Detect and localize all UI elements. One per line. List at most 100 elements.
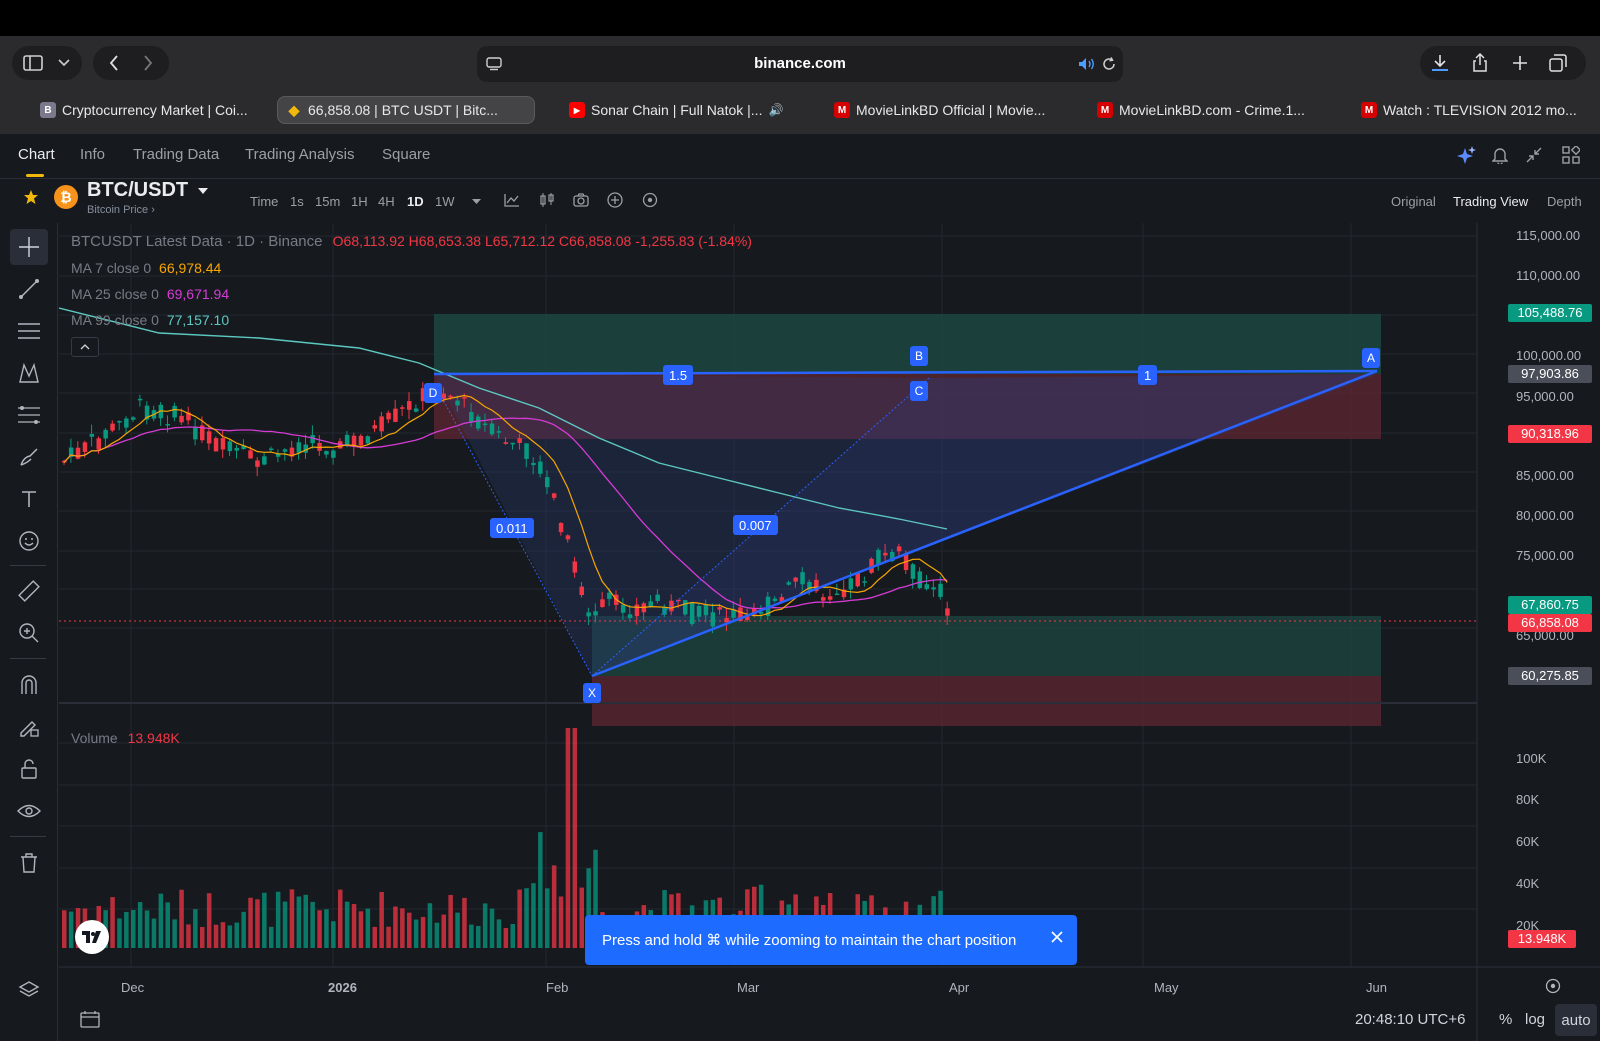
candle-body xyxy=(220,438,226,450)
volume-legend: Volume 13.948K xyxy=(71,730,180,746)
caret-down-icon[interactable] xyxy=(196,184,210,198)
candle-type-icon[interactable] xyxy=(537,190,557,210)
tab-chart[interactable]: Chart xyxy=(18,146,55,163)
horizontal-lines-icon[interactable] xyxy=(14,316,44,346)
volume-bar xyxy=(117,918,122,948)
trend-line-icon[interactable] xyxy=(14,274,44,304)
tab-square[interactable]: Square xyxy=(382,146,430,163)
new-tab-icon[interactable] xyxy=(1508,52,1532,74)
axis-settings-icon[interactable] xyxy=(1543,976,1563,996)
share-icon[interactable] xyxy=(1468,52,1492,74)
add-circle-icon[interactable] xyxy=(605,190,625,210)
ruler-icon[interactable] xyxy=(14,576,44,606)
eye-icon[interactable] xyxy=(14,796,44,826)
more-intervals-icon[interactable] xyxy=(470,196,482,206)
speaker-icon[interactable]: 🔊 xyxy=(768,103,783,117)
close-icon[interactable] xyxy=(1051,927,1063,948)
tradingview-logo[interactable] xyxy=(75,920,109,954)
camera-icon[interactable] xyxy=(571,190,591,210)
collapse-legend-icon[interactable] xyxy=(71,337,99,357)
tab-info[interactable]: Info xyxy=(80,146,105,163)
interval-1s[interactable]: 1s xyxy=(290,194,304,209)
ratio-badge-1[interactable]: 1 xyxy=(1138,365,1158,385)
interval-15m[interactable]: 15m xyxy=(315,194,340,209)
zoom-in-icon[interactable] xyxy=(14,618,44,648)
candle-body xyxy=(924,584,929,589)
view-trading-view[interactable]: Trading View xyxy=(1453,194,1528,209)
point-a-badge[interactable]: A xyxy=(1362,348,1380,368)
unlock-icon[interactable] xyxy=(14,754,44,784)
interval-1w[interactable]: 1W xyxy=(435,194,455,209)
clock-display[interactable]: 20:48:10 UTC+6 xyxy=(1355,1011,1466,1028)
crosshair-icon[interactable] xyxy=(14,232,44,262)
collapse-icon[interactable] xyxy=(1523,144,1545,166)
candle-body xyxy=(137,398,143,401)
view-depth[interactable]: Depth xyxy=(1547,194,1582,209)
ma99-legend[interactable]: MA 99 close 0 77,157.10 xyxy=(71,312,229,328)
pattern-tool-icon[interactable] xyxy=(14,358,44,388)
favorite-star-icon[interactable] xyxy=(20,186,42,208)
lock-drawing-icon[interactable] xyxy=(14,712,44,742)
ratio-badge-0-007[interactable]: 0.007 xyxy=(733,515,778,535)
tab-trading-analysis[interactable]: Trading Analysis xyxy=(245,146,355,163)
interval-time[interactable]: Time xyxy=(250,194,278,209)
volume-bar xyxy=(262,892,267,948)
point-c-badge[interactable]: C xyxy=(910,381,928,401)
log-toggle[interactable]: log xyxy=(1525,1011,1545,1028)
sidebar-icon[interactable] xyxy=(22,52,44,74)
auto-scale-toggle[interactable]: auto xyxy=(1555,1004,1597,1036)
tab-title: Cryptocurrency Market | Coi... xyxy=(62,102,248,118)
ma7-legend[interactable]: MA 7 close 0 66,978.44 xyxy=(71,260,221,276)
trash-icon[interactable] xyxy=(14,848,44,878)
downloads-icon[interactable] xyxy=(1428,52,1452,74)
interval-1d[interactable]: 1D xyxy=(407,194,424,209)
ratio-badge-0-011[interactable]: 0.011 xyxy=(490,518,534,538)
emoji-icon[interactable] xyxy=(14,526,44,556)
percent-toggle[interactable]: % xyxy=(1499,1011,1512,1028)
layout-grid-icon[interactable] xyxy=(1560,144,1582,166)
ai-sparkle-icon[interactable] xyxy=(1456,144,1478,166)
ma25-legend[interactable]: MA 25 close 0 69,671.94 xyxy=(71,286,229,302)
address-bar[interactable]: binance.com xyxy=(477,46,1123,82)
text-tool-icon[interactable] xyxy=(14,484,44,514)
tab-tlevision[interactable]: M Watch : TLEVISION 2012 mo... xyxy=(1361,96,1597,124)
indicators-icon[interactable] xyxy=(502,190,522,210)
reload-icon[interactable] xyxy=(1099,53,1119,75)
tab-btc-usdt[interactable]: ◆ 66,858.08 | BTC USDT | Bitc... xyxy=(277,96,535,124)
point-d-badge[interactable]: D xyxy=(424,383,442,403)
candle-body xyxy=(696,605,702,617)
back-icon[interactable] xyxy=(103,52,125,74)
chevron-down-icon[interactable] xyxy=(54,52,74,74)
candle-body xyxy=(455,400,460,406)
layers-icon[interactable] xyxy=(14,975,44,1005)
tab-coinmarket[interactable]: B Cryptocurrency Market | Coi... xyxy=(40,96,270,124)
interval-1h[interactable]: 1H xyxy=(351,194,368,209)
bell-icon[interactable] xyxy=(1489,144,1511,166)
tab-trading-data[interactable]: Trading Data xyxy=(133,146,219,163)
interval-4h[interactable]: 4H xyxy=(378,194,395,209)
volume-bar xyxy=(289,889,295,948)
tab-overview-icon[interactable] xyxy=(1546,52,1570,74)
view-original[interactable]: Original xyxy=(1391,194,1436,209)
audio-playing-icon[interactable] xyxy=(1077,53,1097,75)
magnet-icon[interactable] xyxy=(14,670,44,700)
calendar-icon[interactable] xyxy=(80,1010,100,1028)
fib-tool-icon[interactable] xyxy=(14,400,44,430)
symbol-pair[interactable]: BTC/USDT xyxy=(87,179,188,202)
candle-body xyxy=(448,395,453,398)
symbol-subtitle[interactable]: Bitcoin Price › xyxy=(87,204,155,216)
tab-movielinkbd-crime[interactable]: M MovieLinkBD.com - Crime.1... xyxy=(1097,96,1337,124)
tab-sonar-chain[interactable]: ▶ Sonar Chain | Full Natok |... 🔊 xyxy=(569,96,809,124)
brush-icon[interactable] xyxy=(14,442,44,472)
volume-bar xyxy=(572,728,578,948)
point-b-badge[interactable]: B xyxy=(910,346,928,366)
candle-body xyxy=(469,411,474,423)
time-axis-label: Mar xyxy=(737,980,760,995)
candle-body xyxy=(586,612,591,617)
point-x-badge[interactable]: X xyxy=(583,683,601,703)
forward-icon[interactable] xyxy=(137,52,159,74)
ratio-badge-1-5[interactable]: 1.5 xyxy=(663,365,694,385)
settings-icon[interactable] xyxy=(640,190,660,210)
tab-movielinkbd-official[interactable]: M MovieLinkBD Official | Movie... xyxy=(834,96,1074,124)
candle-body xyxy=(834,593,840,596)
